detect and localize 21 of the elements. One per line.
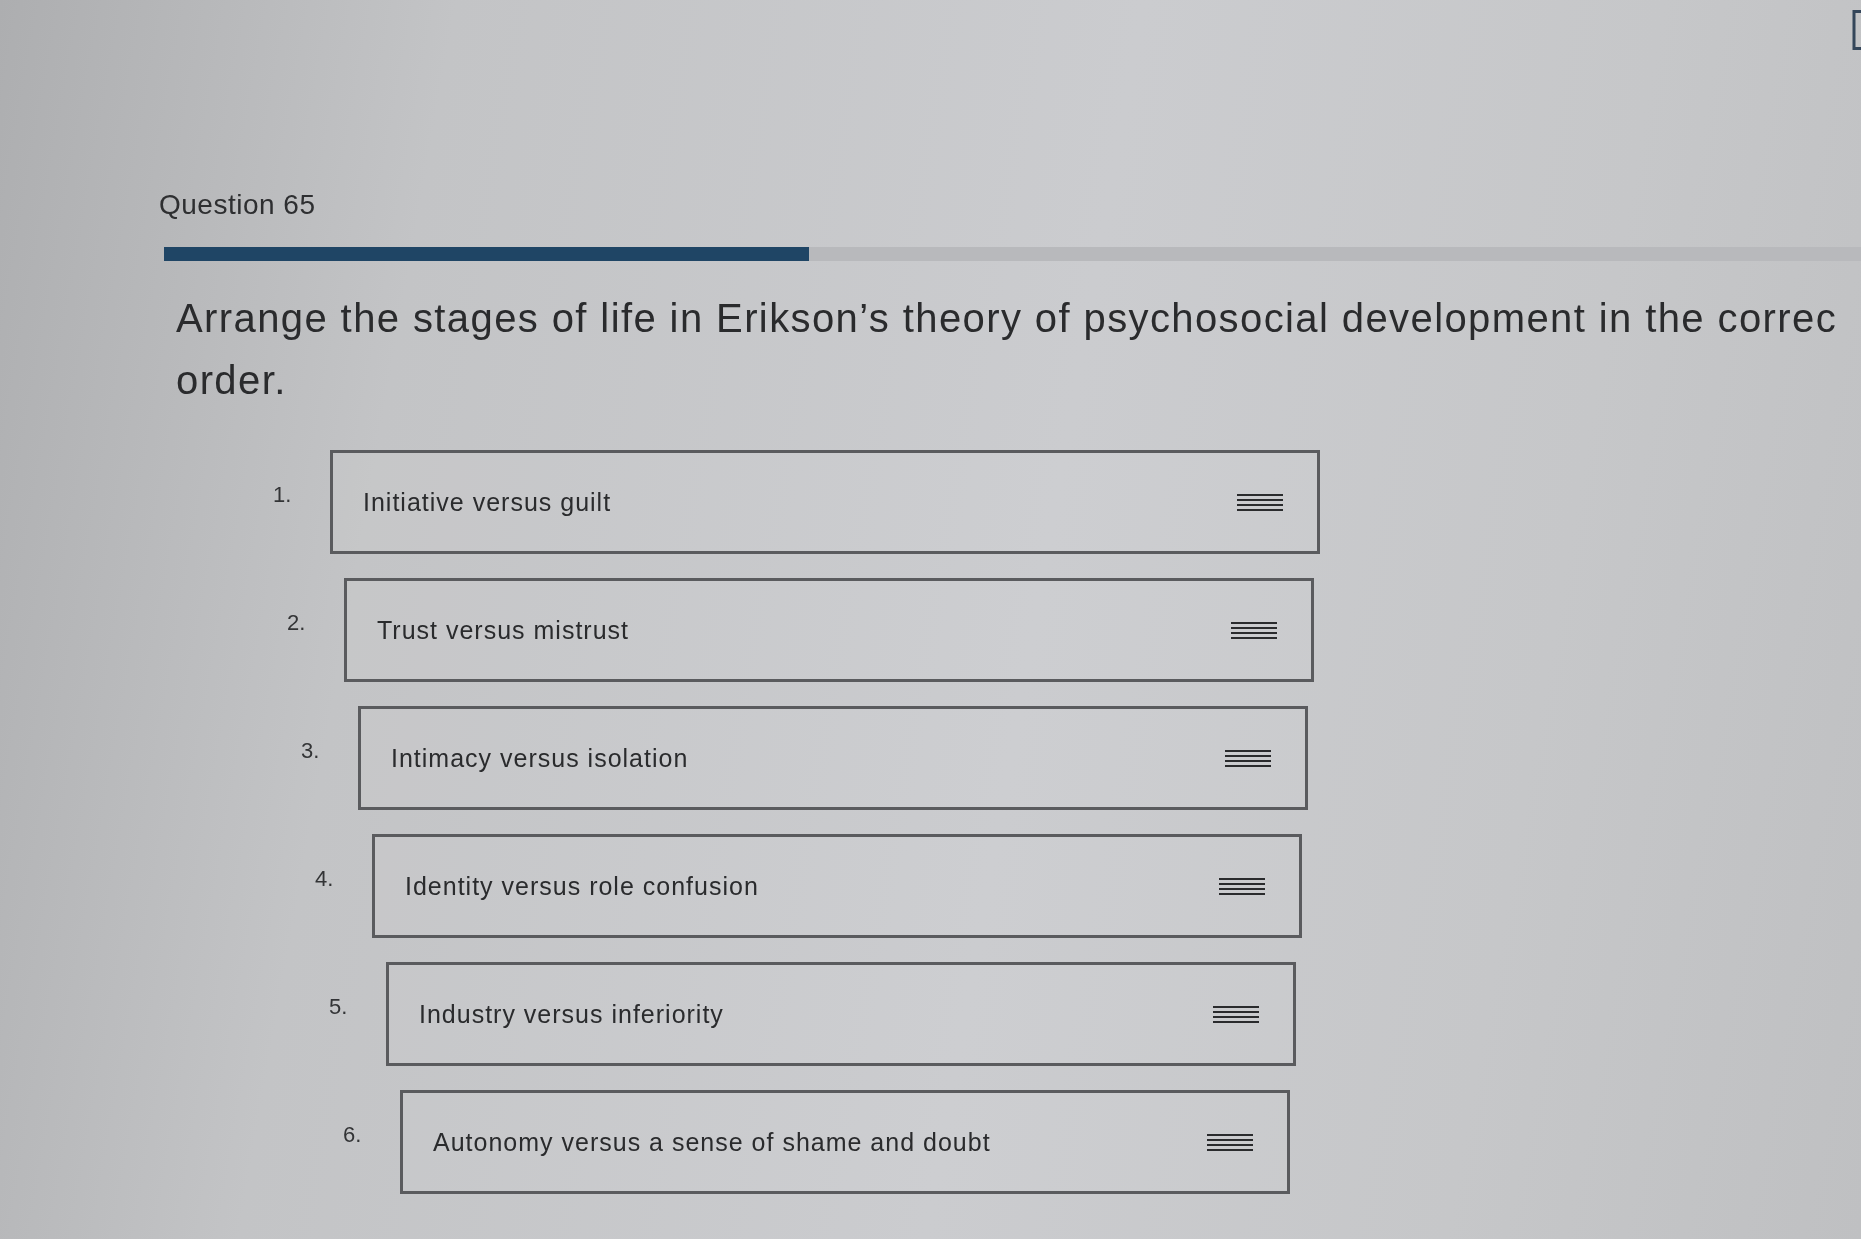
drag-handle-icon[interactable] [1237,493,1283,511]
drag-handle-icon[interactable] [1207,1133,1253,1151]
order-number: 2. [287,609,307,636]
order-number: 3. [301,737,321,764]
drag-handle-icon[interactable] [1225,749,1271,767]
order-number: 6. [343,1121,363,1148]
drag-handle-icon[interactable] [1219,877,1265,895]
question-prompt: Arrange the stages of life in Erikson’s theory of psychosocial development in the correc order. [176,295,1838,404]
sortable-item[interactable]: Trust versus mistrust [344,578,1314,682]
question-title: Question 65 [159,188,316,221]
bracket-icon [1852,10,1861,50]
sortable-item[interactable]: Autonomy versus a sense of shame and doubt [400,1090,1290,1194]
drag-handle-icon[interactable] [1213,1005,1259,1023]
order-number: 1. [273,481,293,508]
sortable-item[interactable]: Industry versus inferiority [386,962,1296,1066]
drag-handle-icon[interactable] [1231,621,1277,639]
sortable-item[interactable]: Initiative versus guilt [330,450,1320,554]
order-number: 5. [329,993,349,1020]
sortable-item[interactable]: Identity versus role confusion [372,834,1302,938]
order-number: 4. [315,865,335,892]
sortable-item[interactable]: Intimacy versus isolation [358,706,1308,810]
